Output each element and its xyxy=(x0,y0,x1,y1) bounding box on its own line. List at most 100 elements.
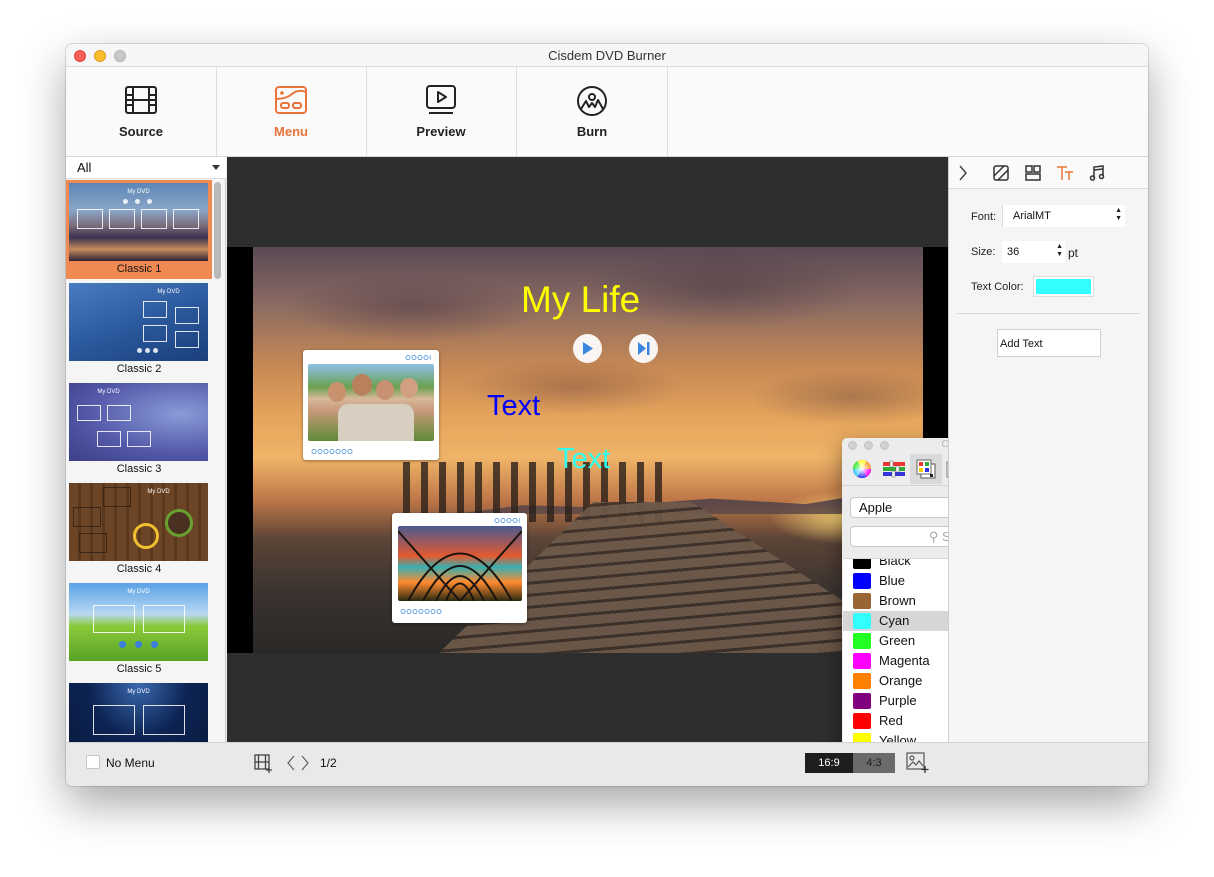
next-page-button[interactable] xyxy=(300,754,310,777)
aspect-4-3-button[interactable]: 4:3 xyxy=(853,753,895,773)
film-add-icon xyxy=(254,754,272,773)
music-note-icon xyxy=(1089,165,1105,181)
template-label: Classic 3 xyxy=(116,463,162,475)
tab-burn-label: Burn xyxy=(576,124,608,139)
chevron-right-icon xyxy=(301,755,309,771)
tab-source[interactable]: Source xyxy=(66,67,217,157)
collapse-panel-button[interactable] xyxy=(957,164,969,187)
background-hatch-icon xyxy=(993,165,1009,181)
chevron-right-icon xyxy=(959,165,967,181)
menu-editor-stage: My Life Text Text Apple ⚲ Black Blue Bro… xyxy=(227,157,1070,786)
dropdown-arrow-icon xyxy=(212,165,220,170)
menu-next-button[interactable] xyxy=(629,334,658,363)
text-color-well[interactable] xyxy=(1033,276,1094,297)
text-color-label: Text Color: xyxy=(971,281,1024,293)
tab-preview[interactable]: Preview xyxy=(366,67,517,157)
color-name: Red xyxy=(879,713,903,728)
text-color-swatch xyxy=(1036,279,1091,294)
template-thumbnail: My DVD xyxy=(69,383,208,461)
color-swatch xyxy=(853,559,871,569)
thumbnail-title: My DVD xyxy=(127,589,150,595)
aspect-16-9-button[interactable]: 16:9 xyxy=(805,753,853,773)
color-swatch xyxy=(853,673,871,689)
photo-frame-2[interactable] xyxy=(392,513,527,623)
color-name: Brown xyxy=(879,593,916,608)
divider xyxy=(957,313,1140,314)
bottom-bar: No Menu 1/2 16:9 4:3 xyxy=(66,742,1148,786)
template-label: Classic 2 xyxy=(116,363,162,375)
font-select[interactable]: ArialMT ▲ ▼ xyxy=(1002,205,1125,227)
template-label: Classic 1 xyxy=(116,263,162,275)
template-classic-4[interactable]: My DVD Classic 4 xyxy=(66,480,212,579)
color-name: Blue xyxy=(879,573,906,588)
disc-burn-icon xyxy=(577,86,607,116)
tab-background[interactable] xyxy=(992,164,1010,187)
no-menu-checkbox[interactable] xyxy=(86,755,100,769)
size-unit: pt xyxy=(1068,246,1079,260)
template-classic-3[interactable]: My DVD Classic 3 xyxy=(66,380,212,479)
palette-select-value: Apple xyxy=(859,500,893,515)
template-thumbnail: My DVD xyxy=(69,183,208,261)
color-name: Cyan xyxy=(879,613,910,628)
inspector-tabs xyxy=(949,157,1148,189)
template-list-scrollbar[interactable] xyxy=(214,182,221,279)
template-thumbnail: My DVD xyxy=(69,683,208,742)
color-sliders-icon xyxy=(883,460,905,478)
previous-page-button[interactable] xyxy=(286,754,296,777)
add-background-image-button[interactable] xyxy=(906,752,930,779)
tab-layout[interactable] xyxy=(1024,164,1042,187)
template-thumbnail: My DVD xyxy=(69,483,208,561)
color-name: Magenta xyxy=(879,653,930,668)
template-filter-dropdown[interactable]: All xyxy=(66,157,226,179)
template-classic-1[interactable]: My DVD Classic 1 xyxy=(66,180,212,279)
tab-menu-label: Menu xyxy=(274,124,308,139)
template-thumbnail: My DVD xyxy=(69,283,208,361)
color-name: Purple xyxy=(879,693,917,708)
tab-music[interactable] xyxy=(1088,164,1106,187)
color-palettes-icon xyxy=(916,459,936,479)
menu-text-cyan[interactable]: Text xyxy=(557,443,610,476)
text-format-icon xyxy=(1057,166,1073,180)
template-sidebar: All My DVD Classic 1 My DVD Classic 2 My… xyxy=(66,157,226,742)
menu-template-icon xyxy=(275,86,307,114)
color-swatch xyxy=(853,573,871,589)
menu-play-button[interactable] xyxy=(573,334,602,363)
color-sliders-mode[interactable] xyxy=(878,454,910,484)
main-toolbar: Source Menu Preview Burn xyxy=(66,67,1148,157)
color-swatch xyxy=(853,713,871,729)
window-title: Cisdem DVD Burner xyxy=(548,48,666,63)
family-photo xyxy=(308,364,434,441)
select-stepper-icon: ▲▼ xyxy=(1115,207,1122,222)
menu-background-image: My Life Text Text xyxy=(253,247,923,653)
color-swatch xyxy=(853,593,871,609)
add-chapter-button[interactable] xyxy=(254,753,274,778)
add-text-button[interactable]: Add Text xyxy=(997,329,1101,357)
thumbnail-title: My DVD xyxy=(157,289,180,295)
play-screen-icon xyxy=(426,85,456,114)
template-classic-6[interactable]: My DVD xyxy=(66,680,212,742)
tab-burn[interactable]: Burn xyxy=(517,67,668,157)
page-indicator: 1/2 xyxy=(320,756,337,770)
template-classic-2[interactable]: My DVD Classic 2 xyxy=(66,280,212,379)
color-name: Orange xyxy=(879,673,923,688)
color-wheel-mode[interactable] xyxy=(846,454,878,484)
font-label: Font: xyxy=(971,211,997,223)
size-label: Size: xyxy=(971,246,996,258)
color-swatch xyxy=(853,613,871,629)
title-bar: Cisdem DVD Burner xyxy=(66,44,1148,67)
color-name: Green xyxy=(879,633,916,648)
menu-title-text[interactable]: My Life xyxy=(521,279,640,321)
tab-text[interactable] xyxy=(1055,164,1075,187)
tab-menu[interactable]: Menu xyxy=(216,67,367,157)
size-stepper-icon[interactable]: ▲ ▼ xyxy=(1056,243,1063,259)
image-add-icon xyxy=(906,752,929,773)
film-strip-icon xyxy=(125,86,157,114)
arches-photo xyxy=(398,526,522,601)
template-classic-5[interactable]: My DVD Classic 5 xyxy=(66,580,212,679)
menu-text-blue[interactable]: Text xyxy=(487,390,540,423)
photo-frame-1[interactable] xyxy=(303,350,439,460)
size-input[interactable]: 36 ▲ ▼ xyxy=(1002,241,1065,263)
color-swatch xyxy=(853,653,871,669)
font-value: ArialMT xyxy=(1013,210,1051,222)
color-palettes-mode[interactable] xyxy=(910,454,942,484)
